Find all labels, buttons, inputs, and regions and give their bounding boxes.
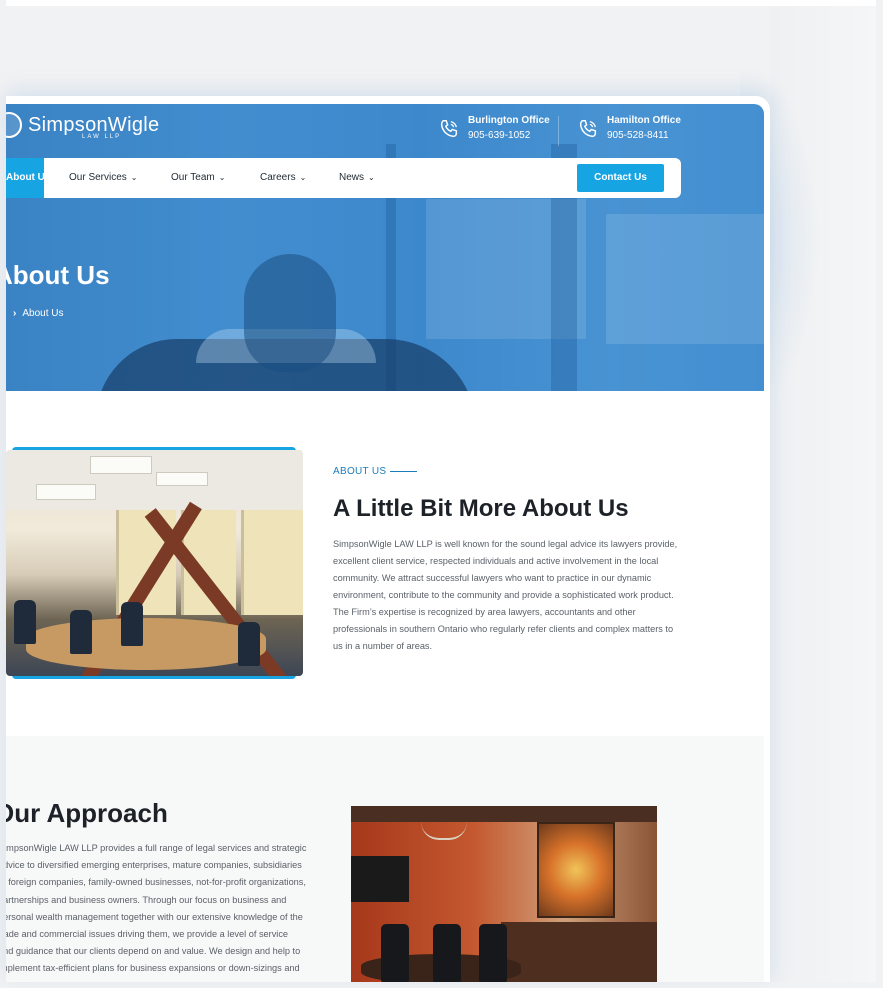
approach-line: implement tax-efficient plans for busine…: [6, 963, 300, 974]
boardroom-image: [6, 450, 303, 676]
nav-item-label: Our Team: [171, 172, 215, 183]
chevron-down-icon: ⌄: [299, 173, 307, 182]
approach-line: and guidance that our clients depend on …: [6, 946, 301, 957]
image-artwork: [537, 822, 615, 918]
image-ceiling-light: [90, 456, 152, 474]
hero-banner: SimpsonWigle LAW LLP Burlington Office 9…: [6, 104, 764, 391]
office-burlington[interactable]: Burlington Office 905-639-1052: [438, 114, 550, 144]
hero-person-head: [244, 254, 336, 372]
website-card: SimpsonWigle LAW LLP Burlington Office 9…: [6, 96, 770, 982]
contact-us-button[interactable]: Contact Us: [577, 164, 664, 192]
chevron-down-icon: ⌄: [218, 173, 226, 182]
chevron-down-icon: ⌄: [130, 173, 138, 182]
nav-item-label: News: [339, 172, 365, 183]
hero-building-bg-right: [606, 214, 764, 344]
nav-item-our-services[interactable]: Our Services ⌄: [69, 158, 138, 198]
image-ceiling-light: [156, 472, 208, 486]
nav-item-news[interactable]: News ⌄: [339, 158, 375, 198]
approach-line: partnerships and business owners. Throug…: [6, 894, 287, 905]
logo-wordmark: SimpsonWigle: [28, 114, 160, 136]
chevron-right-icon: ›: [13, 308, 17, 319]
image-tv: [351, 856, 409, 902]
image-window: [241, 510, 303, 615]
image-chair: [238, 622, 260, 666]
approach-line: personal wealth management together with…: [6, 911, 303, 922]
breadcrumb-current[interactable]: About Us: [22, 308, 63, 319]
office-divider: [558, 116, 559, 146]
image-chair: [14, 600, 36, 644]
image-table: [26, 618, 266, 670]
nav-item-careers[interactable]: Careers ⌄: [260, 158, 306, 198]
chevron-down-icon: ⌄: [368, 173, 375, 182]
image-chair: [433, 924, 461, 982]
nav-item-label: Careers: [260, 172, 296, 183]
office-name: Burlington Office: [468, 115, 550, 126]
approach-line: SimpsonWigle LAW LLP provides a full ran…: [6, 843, 307, 853]
office-name: Hamilton Office: [607, 115, 681, 126]
phone-icon: [579, 120, 597, 138]
image-chair: [381, 924, 409, 982]
page-title: About Us: [6, 260, 110, 290]
image-ceiling: [6, 450, 303, 510]
image-ceiling: [351, 806, 657, 822]
approach-line: advice to diversified emerging enterpris…: [6, 860, 302, 871]
image-ceiling-light: [36, 484, 96, 500]
meeting-room-image: [351, 806, 657, 982]
about-heading: A Little Bit More About Us: [333, 495, 629, 522]
nav-item-our-team[interactable]: Our Team ⌄: [171, 158, 225, 198]
section-kicker: ABOUT US: [333, 466, 387, 477]
nav-item-label: Our Services: [69, 172, 127, 183]
main-navigation: About Us Our Services⌄ Our Team⌄ Careers…: [6, 158, 681, 198]
phone-icon: [440, 120, 458, 138]
page-top-strip: [6, 0, 876, 6]
image-chair: [479, 924, 507, 982]
image-sideboard: [501, 922, 657, 982]
kicker-divider: [390, 471, 417, 472]
logo-icon: [6, 112, 22, 138]
image-chair: [121, 602, 143, 646]
about-paragraph: SimpsonWigle LAW LLP is well known for t…: [333, 539, 678, 651]
office-phone[interactable]: 905-528-8411: [607, 128, 681, 144]
office-hamilton[interactable]: Hamilton Office 905-528-8411: [577, 114, 681, 144]
approach-line: trade and commercial issues driving them…: [6, 929, 289, 940]
nav-item-about-us[interactable]: About Us: [6, 158, 44, 198]
breadcrumb: › About Us: [13, 308, 63, 319]
approach-paragraph: SimpsonWigle LAW LLP provides a full ran…: [6, 840, 328, 982]
approach-line: of foreign companies, family-owned busin…: [6, 877, 306, 888]
approach-heading: Our Approach: [6, 798, 168, 828]
image-chandelier: [421, 822, 467, 840]
image-chair: [70, 610, 92, 654]
office-phone[interactable]: 905-639-1052: [468, 128, 550, 144]
logo-subtitle: LAW LLP: [82, 134, 122, 140]
